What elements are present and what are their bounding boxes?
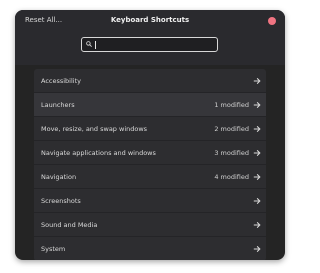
arrow-right-icon: [253, 126, 261, 132]
category-label: Sound and Media: [41, 221, 98, 229]
close-button[interactable]: [268, 17, 276, 25]
category-label: Screenshots: [41, 197, 81, 205]
arrow-right-icon: [253, 246, 261, 252]
modified-count: 1 modified: [214, 101, 249, 109]
arrow-right-icon: [253, 78, 261, 84]
arrow-right-icon: [253, 102, 261, 108]
search-input[interactable]: [95, 39, 213, 50]
category-row-sound-and-media[interactable]: Sound and Media: [34, 213, 266, 237]
arrow-right-icon: [253, 150, 261, 156]
category-row-system[interactable]: System: [34, 237, 266, 260]
category-label: Navigation: [41, 173, 77, 181]
shortcut-category-list: Accessibility Launchers 1 modified Move,…: [34, 69, 266, 260]
category-row-navigation[interactable]: Navigation 4 modified: [34, 165, 266, 189]
category-row-navigate-applications[interactable]: Navigate applications and windows 3 modi…: [34, 141, 266, 165]
category-row-launchers[interactable]: Launchers 1 modified: [34, 93, 266, 117]
modified-count: 2 modified: [214, 125, 249, 133]
category-label: Launchers: [41, 101, 75, 109]
arrow-right-icon: [253, 198, 261, 204]
category-label: Accessibility: [41, 77, 81, 85]
category-label: System: [41, 245, 66, 253]
search-icon: [86, 41, 92, 47]
text-caret: [95, 41, 96, 49]
arrow-right-icon: [253, 174, 261, 180]
category-label: Navigate applications and windows: [41, 149, 156, 157]
category-row-screenshots[interactable]: Screenshots: [34, 189, 266, 213]
category-label: Move, resize, and swap windows: [41, 125, 148, 133]
arrow-right-icon: [253, 222, 261, 228]
header-bar: Reset All... Keyboard Shortcuts: [15, 10, 285, 65]
modified-count: 3 modified: [214, 149, 249, 157]
keyboard-shortcuts-window: Reset All... Keyboard Shortcuts Accessib…: [15, 10, 285, 260]
category-row-move-resize-swap[interactable]: Move, resize, and swap windows 2 modifie…: [34, 117, 266, 141]
search-field[interactable]: [81, 37, 218, 52]
window-title: Keyboard Shortcuts: [110, 16, 190, 24]
modified-count: 4 modified: [214, 173, 249, 181]
category-row-accessibility[interactable]: Accessibility: [34, 69, 266, 93]
